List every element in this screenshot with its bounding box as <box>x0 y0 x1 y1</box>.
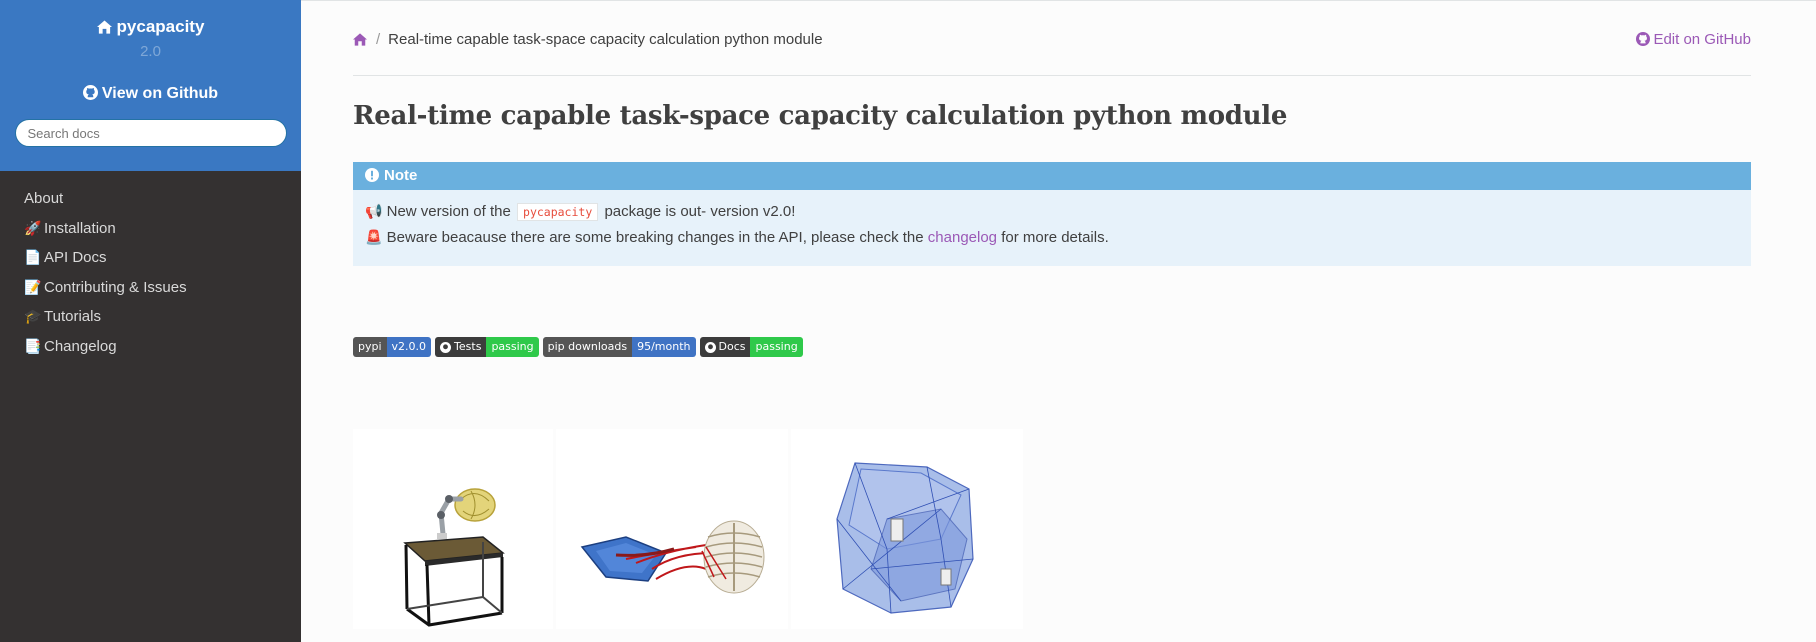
note-line-1: 📢 New version of the pycapacity package … <box>365 198 1739 224</box>
nav-item-label: Tutorials <box>44 308 101 326</box>
project-name: pycapacity <box>116 17 205 36</box>
robot-arm-table-image <box>353 429 553 629</box>
badge-value: 95/month <box>632 337 696 357</box>
nav-item-label: Installation <box>44 219 116 237</box>
note-line-2: 🚨 Beware beacause there are some breakin… <box>365 224 1739 250</box>
nav-item-tutorials[interactable]: 🎓 Tutorials <box>0 302 301 332</box>
view-on-github-link[interactable]: View on Github <box>0 85 301 103</box>
divider <box>353 75 1751 76</box>
graduation-cap-icon: 🎓 <box>24 308 42 325</box>
sidebar-header: pycapacity 2.0 View on Github <box>0 0 301 171</box>
changelog-link[interactable]: changelog <box>928 229 997 246</box>
example-images <box>353 429 1026 629</box>
nav-item-installation[interactable]: 🚀 Installation <box>0 214 301 244</box>
badge-value: passing <box>486 337 539 357</box>
badge-row: pypi v2.0.0 Tests passing pip downloads 95/… <box>353 337 807 357</box>
siren-icon: 🚨 <box>365 229 383 245</box>
note-text: for more details. <box>1001 229 1109 246</box>
edit-on-github-label: Edit on GitHub <box>1653 31 1751 48</box>
badge-label: Docs <box>718 340 746 353</box>
breadcrumb-home-link[interactable] <box>353 33 367 50</box>
tests-badge[interactable]: Tests passing <box>435 337 539 357</box>
human-arm-muscles-image <box>556 429 788 629</box>
badge-value: v2.0.0 <box>386 337 432 357</box>
pip-downloads-badge[interactable]: pip downloads 95/month <box>542 337 696 357</box>
note-heading: Note <box>353 162 1751 190</box>
nav-item-label: Changelog <box>44 337 117 355</box>
note-heading-label: Note <box>384 167 418 184</box>
nav-item-label: API Docs <box>44 249 107 267</box>
nav-item-changelog[interactable]: 📑 Changelog <box>0 332 301 362</box>
nav-item-api-docs[interactable]: 📄 API Docs <box>0 243 301 273</box>
home-icon <box>96 20 112 34</box>
main-content: / Real-time capable task-space capacity c… <box>301 0 1816 642</box>
package-code: pycapacity <box>517 203 599 221</box>
view-on-github-label: View on Github <box>101 85 219 102</box>
breadcrumb: / Real-time capable task-space capacity c… <box>353 31 1751 50</box>
megaphone-icon: 📢 <box>365 203 383 219</box>
page-icon: 📄 <box>24 249 42 266</box>
nav-item-label: About <box>24 190 64 207</box>
sidebar: pycapacity 2.0 View on Github About 🚀Ins… <box>0 0 301 642</box>
badge-label: pypi <box>353 337 387 357</box>
version-label: 2.0 <box>140 43 161 60</box>
github-icon <box>1636 32 1651 46</box>
badge-value: passing <box>750 337 803 357</box>
rocket-icon: 🚀 <box>24 219 42 236</box>
bookmark-tabs-icon: 📑 <box>24 337 42 354</box>
nav-item-label: Contributing & Issues <box>44 278 187 296</box>
capacity-polytope-image <box>791 429 1023 629</box>
github-icon <box>440 341 452 353</box>
note-body: 📢 New version of the pycapacity package … <box>353 190 1751 266</box>
note-text: Beware beacause there are some breaking … <box>386 229 924 246</box>
search-docs-input[interactable] <box>14 119 287 147</box>
memo-icon: 📝 <box>24 278 42 295</box>
badge-label: Tests <box>454 340 482 353</box>
github-icon <box>82 85 98 100</box>
nav-item-contributing[interactable]: 📝 Contributing & Issues <box>0 273 301 303</box>
pypi-badge[interactable]: pypi v2.0.0 <box>353 337 432 357</box>
nav-item-about[interactable]: About <box>0 184 301 214</box>
badge-label: pip downloads <box>542 337 633 357</box>
page-title: Real-time capable task-space capacity ca… <box>353 101 1288 131</box>
github-icon <box>704 341 716 353</box>
docs-badge[interactable]: Docs passing <box>699 337 803 357</box>
sidebar-nav: About 🚀 Installation 📄 API Docs 📝 Contribut… <box>0 171 301 362</box>
breadcrumb-separator: / <box>376 31 381 48</box>
note-admonition: Note 📢 New version of the pycapacity pac… <box>353 162 1751 266</box>
note-text: New version of the <box>386 203 511 220</box>
note-text: package is out- version v2.0! <box>604 203 796 220</box>
project-home-link[interactable]: pycapacity <box>0 17 301 37</box>
breadcrumb-current: Real-time capable task-space capacity ca… <box>388 31 823 48</box>
edit-on-github-link[interactable]: Edit on GitHub <box>1636 31 1751 48</box>
exclamation-circle-icon <box>365 168 379 182</box>
home-icon <box>353 33 367 46</box>
